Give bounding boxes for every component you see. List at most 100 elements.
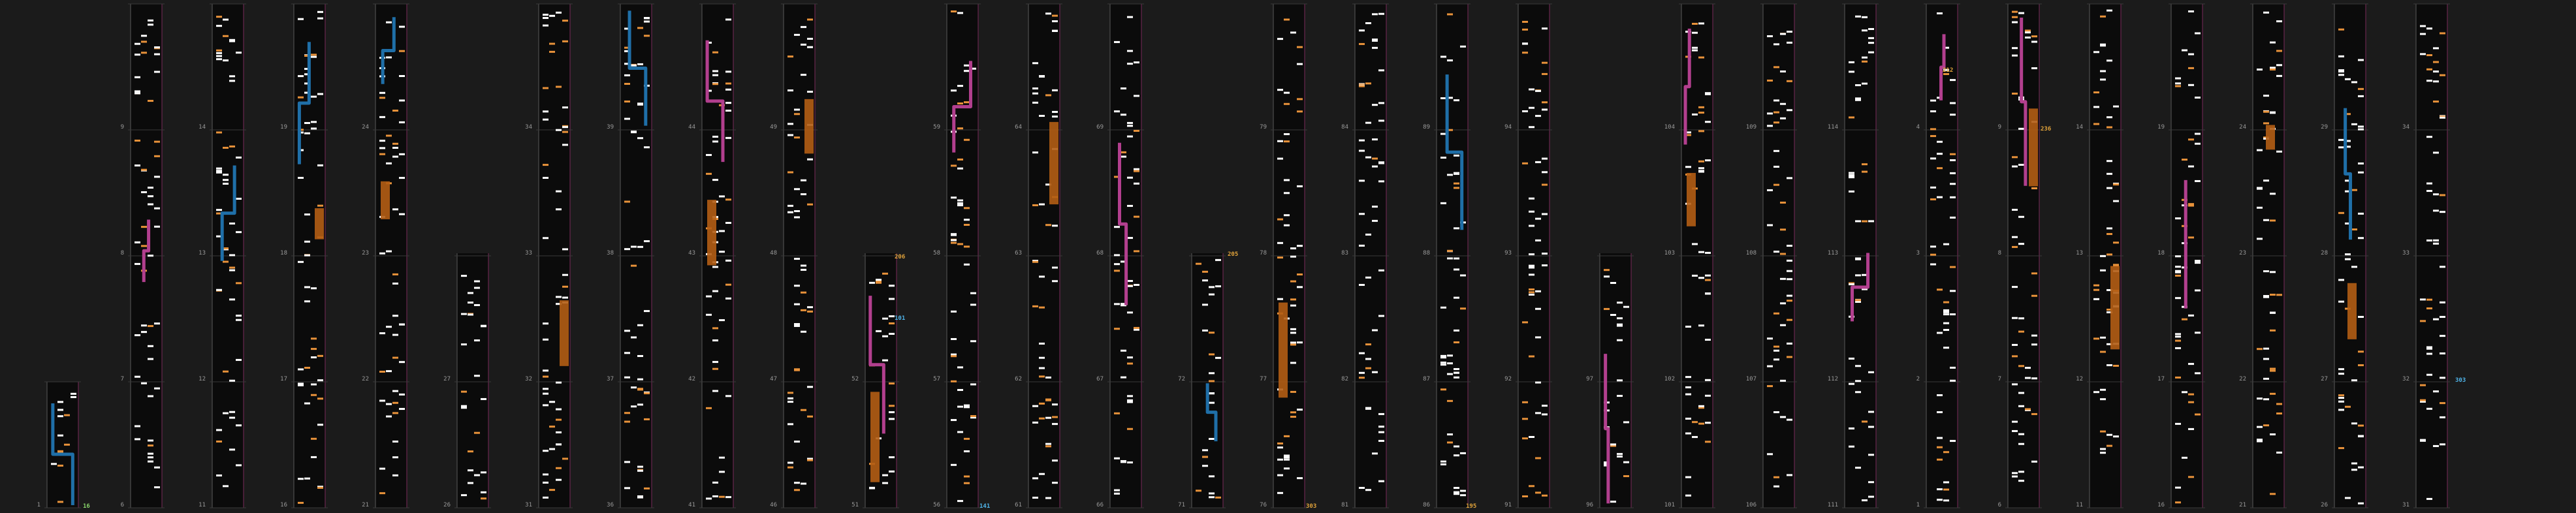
measure-number: 79 — [1260, 124, 1267, 131]
tap-note — [1787, 356, 1792, 358]
measure-number: 83 — [1341, 250, 1348, 256]
measure-number: 86 — [1423, 502, 1430, 508]
tap-note — [1297, 409, 1303, 411]
tap-note — [562, 285, 568, 288]
tap-note — [304, 240, 310, 243]
tap-note — [2031, 460, 2037, 463]
tap-note — [1617, 323, 1623, 326]
tap-note — [386, 370, 392, 373]
tap-note — [2175, 297, 2181, 300]
tap-note — [474, 431, 480, 434]
tap-note — [794, 258, 800, 260]
tap-note — [1937, 196, 1943, 198]
tap-note — [1045, 94, 1051, 97]
tap-note — [1542, 405, 1548, 407]
tap-note — [1297, 477, 1303, 480]
tap-note — [2440, 116, 2445, 119]
tap-note — [1365, 276, 1371, 279]
tap-note — [794, 482, 800, 484]
tap-note — [2263, 424, 2269, 427]
tap-note — [787, 423, 793, 426]
tap-note — [624, 461, 630, 463]
tap-note — [1378, 69, 1384, 72]
tap-note — [135, 76, 140, 78]
tap-note — [392, 412, 398, 414]
tap-note — [1215, 258, 1221, 261]
tap-note — [1045, 497, 1051, 499]
tap-note — [2031, 35, 2037, 38]
measure-number: 56 — [933, 502, 940, 508]
tap-note — [304, 300, 310, 303]
tap-note — [1767, 35, 1773, 37]
tap-note — [637, 378, 643, 381]
tap-note — [2107, 172, 2112, 175]
tap-note — [889, 456, 895, 459]
tap-note — [556, 190, 562, 193]
tap-note — [2263, 95, 2269, 97]
tap-note — [556, 467, 562, 469]
measure-number: 28 — [2321, 250, 2328, 256]
tap-note — [1134, 170, 1139, 172]
tap-note — [2351, 462, 2357, 465]
tap-note — [392, 474, 398, 476]
tap-note — [2018, 365, 2024, 367]
tap-note — [311, 287, 317, 290]
tap-note — [1773, 99, 1779, 102]
tap-note — [1937, 167, 1943, 170]
tap-note — [1692, 31, 1698, 34]
tap-note — [712, 83, 718, 86]
tap-note — [957, 127, 963, 130]
tap-note — [964, 404, 970, 407]
tap-note — [970, 340, 976, 343]
tap-note — [1297, 110, 1303, 113]
tap-note — [1052, 30, 1058, 33]
measure-number: 12 — [199, 376, 206, 382]
tap-note — [2263, 110, 2269, 113]
tap-note — [304, 367, 310, 369]
tap-note — [2107, 126, 2112, 129]
tap-note — [1950, 159, 1956, 162]
measure-number: 32 — [2402, 376, 2409, 382]
measure-number: 16 — [280, 502, 287, 508]
tap-note — [712, 179, 718, 181]
hold-note — [560, 300, 569, 366]
measure-number: 94 — [1504, 124, 1512, 131]
tap-note — [1372, 371, 1378, 373]
tap-note — [1937, 12, 1943, 14]
measure-number: 58 — [933, 250, 940, 256]
tap-note — [706, 172, 712, 175]
tap-note — [1542, 27, 1548, 30]
tap-note — [1209, 392, 1215, 395]
tap-note — [1787, 319, 1792, 321]
tap-note — [1950, 266, 1956, 268]
tap-note — [1542, 61, 1548, 64]
tap-note — [236, 315, 242, 317]
tap-note — [549, 426, 555, 428]
tap-note — [1290, 362, 1296, 364]
tap-note — [317, 164, 323, 166]
tap-note — [1950, 440, 1956, 443]
tap-note — [1787, 294, 1792, 297]
tap-note — [1705, 159, 1711, 162]
tap-note — [2012, 21, 2018, 23]
tap-note — [1454, 329, 1459, 332]
tap-note — [970, 383, 976, 386]
tap-note — [1359, 487, 1365, 490]
tap-note — [481, 325, 486, 328]
tap-note — [2018, 12, 2024, 14]
tap-note — [1617, 379, 1623, 382]
tap-note — [1862, 420, 1868, 423]
tap-note — [1277, 140, 1283, 142]
tap-note — [562, 144, 568, 146]
tap-note — [1277, 157, 1283, 160]
tap-note — [2351, 81, 2357, 84]
tap-note — [2440, 416, 2445, 418]
tap-note — [1460, 274, 1466, 277]
tap-note — [1542, 213, 1548, 215]
tap-note — [223, 146, 229, 149]
tap-note — [1767, 79, 1773, 82]
combo-counter: 195 — [1466, 503, 1476, 510]
tap-note — [2338, 146, 2344, 149]
tap-note — [1052, 20, 1058, 23]
tap-note — [2175, 274, 2181, 277]
